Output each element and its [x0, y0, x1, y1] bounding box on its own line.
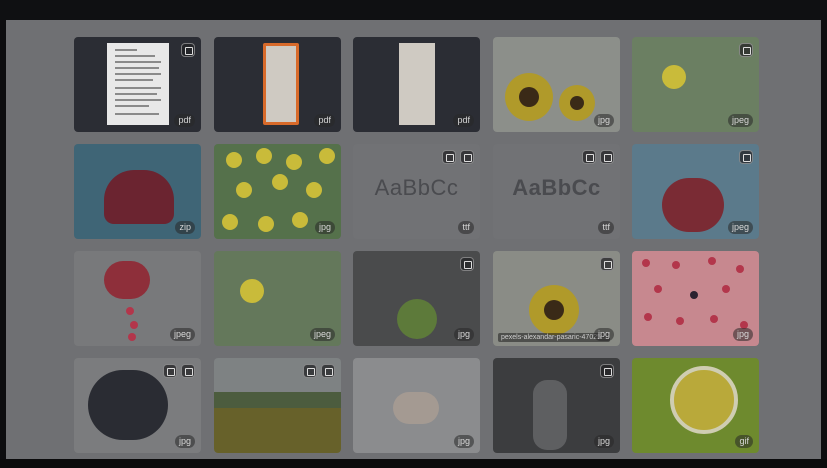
file-tile-blueberries[interactable]: jpg — [74, 358, 201, 453]
file-tile-lemon-gif[interactable]: gif — [632, 358, 759, 453]
file-extension-badge: jpeg — [727, 221, 753, 234]
file-type-icon[interactable] — [460, 150, 474, 164]
top-bar — [0, 0, 827, 20]
file-extension-badge: zip — [175, 221, 195, 234]
file-extension-badge: jpg — [174, 435, 195, 448]
font-preview-icon[interactable] — [582, 150, 596, 164]
file-tile-pdf-2[interactable]: pdf — [214, 37, 341, 132]
bottom-bar — [0, 459, 827, 468]
file-type-icon[interactable] — [600, 150, 614, 164]
document-preview — [399, 43, 435, 125]
file-tile-hands-washing[interactable]: jpg — [353, 358, 480, 453]
file-type-icon[interactable] — [739, 43, 753, 57]
file-extension-badge: jpeg — [309, 328, 335, 341]
file-tile-raspberries[interactable]: jpg — [632, 251, 759, 346]
file-type-icon[interactable] — [181, 43, 195, 57]
file-extension-badge: pdf — [314, 114, 335, 127]
file-tile-lemon-hand-2[interactable]: jpeg — [214, 251, 341, 346]
file-tile-pdf-1[interactable]: pdf — [74, 37, 201, 132]
file-extension-badge: jpg — [593, 328, 614, 341]
file-extension-badge: gif — [735, 435, 753, 448]
file-type-icon[interactable] — [739, 150, 753, 164]
file-extension-badge: pdf — [174, 114, 195, 127]
file-extension-badge: jpeg — [169, 328, 195, 341]
font-sample-text: AaBbCc — [512, 175, 601, 200]
file-tile-sunflower-field[interactable] — [214, 358, 341, 453]
file-extension-badge: pdf — [453, 114, 474, 127]
file-extension-badge: ttf — [598, 221, 614, 234]
file-tile-pdf-3[interactable]: pdf — [353, 37, 480, 132]
file-extension-badge: ttf — [458, 221, 474, 234]
file-tile-sunflower-1[interactable]: jpg — [493, 37, 620, 132]
file-gallery: pdf pdf pdf jpg jpeg zip jpg AaBbCc ttf … — [6, 20, 821, 459]
file-tile-font-2[interactable]: AaBbCc ttf — [493, 144, 620, 239]
file-tile-pomegranate-2[interactable]: jpeg — [74, 251, 201, 346]
file-tile-pomegranate-1[interactable]: jpeg — [632, 144, 759, 239]
file-type-icon[interactable] — [600, 364, 614, 378]
file-type-icon[interactable] — [460, 257, 474, 271]
file-tile-sunflower-2[interactable]: pexels-alexandar-pasaric-47025... jpg — [493, 251, 620, 346]
file-tile-lemons-pattern[interactable]: jpg — [214, 144, 341, 239]
file-extension-badge: jpeg — [727, 114, 753, 127]
file-tile-zip[interactable]: zip — [74, 144, 201, 239]
document-preview — [107, 43, 169, 125]
file-type-icon[interactable] — [321, 364, 335, 378]
file-type-icon[interactable] — [600, 257, 614, 271]
file-extension-badge: jpg — [593, 435, 614, 448]
download-icon[interactable] — [303, 364, 317, 378]
file-extension-badge: jpg — [453, 435, 474, 448]
file-tile-font-1[interactable]: AaBbCc ttf — [353, 144, 480, 239]
download-icon[interactable] — [163, 364, 177, 378]
file-extension-badge: jpg — [593, 114, 614, 127]
font-preview-icon[interactable] — [442, 150, 456, 164]
file-tile-child-sink[interactable]: jpg — [493, 358, 620, 453]
font-sample-text: AaBbCc — [374, 175, 459, 200]
file-extension-badge: jpg — [453, 328, 474, 341]
file-extension-badge: jpg — [314, 221, 335, 234]
file-extension-badge: jpg — [732, 328, 753, 341]
file-tile-limes-hands[interactable]: jpg — [353, 251, 480, 346]
file-tile-lemon-hand-1[interactable]: jpeg — [632, 37, 759, 132]
file-type-icon[interactable] — [181, 364, 195, 378]
document-preview — [263, 43, 299, 125]
